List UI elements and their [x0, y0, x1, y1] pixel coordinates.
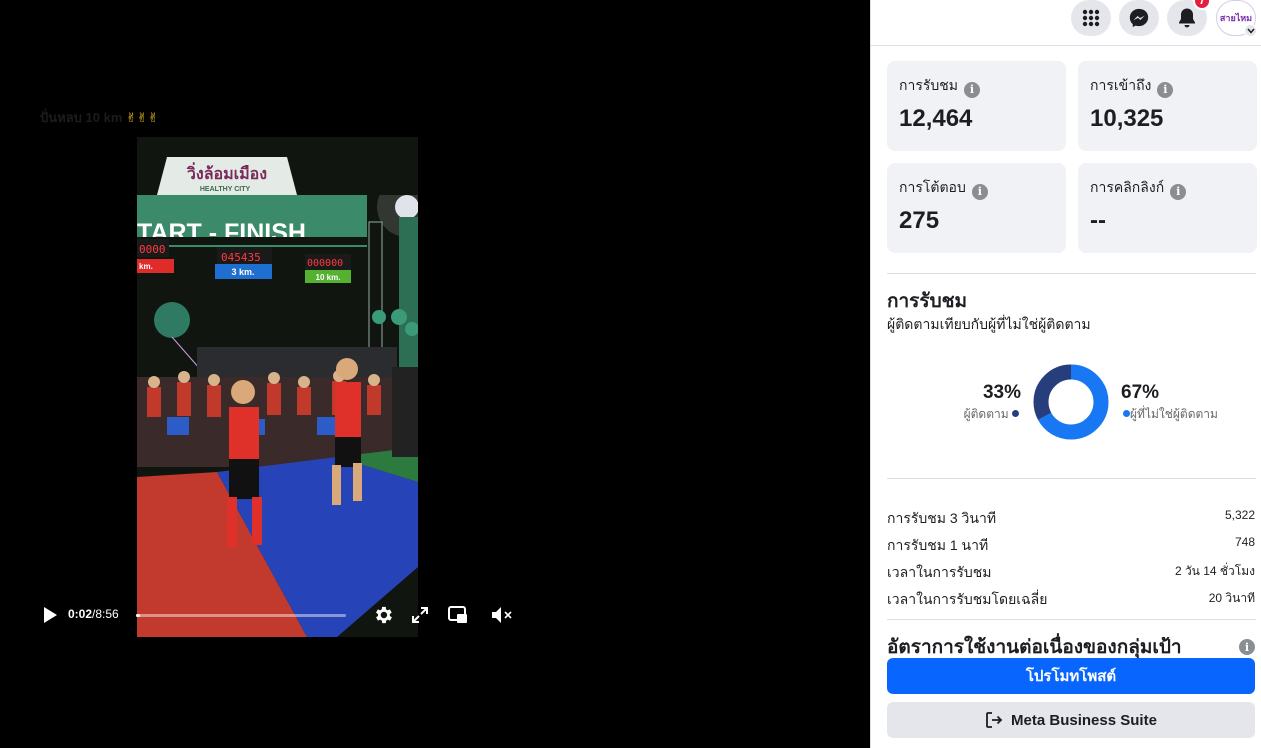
volume-muted-icon[interactable] [490, 604, 514, 626]
metric-label-text: การเข้าถึง [1090, 77, 1152, 93]
video-area: ปั่นหลบ 10 km ✌✌✌ วิ่งล้อมเมือง HEALTHY … [0, 0, 870, 748]
info-icon[interactable]: i [1239, 639, 1255, 655]
video-frame-illustration: วิ่งล้อมเมือง HEALTHY CITY TART - FINISH… [137, 137, 418, 637]
metric-label-text: การโต้ตอบ [899, 179, 966, 195]
time-current: 0:02 [68, 607, 93, 621]
metric-card-link-clicks: การคลิกลิงก์ i -- [1078, 163, 1257, 253]
views-section-title: การรับชม [887, 291, 968, 312]
metric-card-engagement: การโต้ตอบ i 275 [887, 163, 1066, 253]
dist-left: km. [139, 262, 153, 271]
dist-right: 10 km. [316, 273, 341, 282]
screen: ปั่นหลบ 10 km ✌✌✌ วิ่งล้อมเมือง HEALTHY … [0, 0, 1261, 748]
info-icon[interactable]: i [964, 81, 980, 98]
stat-value: 20 วินาที [1208, 591, 1255, 605]
info-icon[interactable]: i [971, 183, 988, 200]
followers-dot [1012, 410, 1019, 417]
video-player[interactable]: วิ่งล้อมเมือง HEALTHY CITY TART - FINISH… [137, 137, 418, 637]
chevron-down-icon[interactable] [1244, 24, 1257, 37]
avatar-text: สายไหม [1219, 13, 1253, 23]
stat-label: เวลาในการรับชมโดยเฉลี่ย [887, 591, 1048, 607]
metric-label-text: การคลิกลิงก์ [1090, 179, 1165, 195]
top-bar: 7 สายไหม [871, 0, 1261, 46]
caption-text: ปั่นหลบ 10 km [40, 110, 123, 125]
clock-mid: 045435 [221, 251, 261, 264]
info-icon[interactable]: i [1170, 183, 1187, 200]
stat-label: การรับชม 1 นาที [887, 537, 989, 553]
metric-label: การคลิกลิงก์ i [1090, 177, 1187, 200]
dist-mid: 3 km. [231, 267, 254, 277]
messenger-icon [1129, 8, 1149, 28]
fullscreen-icon[interactable] [410, 605, 430, 625]
stat-label: เวลาในการรับชม [887, 564, 992, 580]
divider [887, 478, 1256, 479]
arch-brand: วิ่งล้อมเมือง [186, 162, 267, 183]
insights-panel: 7 สายไหม การรับชม i 12,464 การเข้าถึง i 10… [870, 0, 1261, 748]
clock-right: 000000 [307, 258, 343, 269]
followers-label: ผู้ติดตาม [911, 405, 1019, 424]
video-controls: 0:02 / 8:56 [30, 598, 520, 632]
info-icon[interactable]: i [1157, 81, 1174, 98]
bell-icon [1179, 8, 1195, 28]
stat-row: เวลาในการรับชม 2 วัน 14 ชั่วโมง [887, 562, 1255, 582]
picture-in-picture-icon[interactable] [448, 605, 468, 625]
scrub-progress [136, 614, 141, 617]
metric-card-views: การรับชม i 12,464 [887, 61, 1066, 151]
gear-icon[interactable] [372, 604, 394, 626]
time-total: 8:56 [95, 607, 119, 621]
metric-card-reach: การเข้าถึง i 10,325 [1078, 61, 1257, 151]
views-section-subtitle: ผู้ติดตามเทียบกับผู้ที่ไม่ใช่ผู้ติดตาม [887, 316, 1091, 332]
messenger-button[interactable] [1119, 0, 1159, 36]
metric-value: -- [1090, 207, 1106, 234]
metric-label: การรับชม i [899, 75, 980, 98]
exit-icon [986, 712, 1003, 728]
metric-label: การเข้าถึง i [1090, 75, 1174, 98]
stat-row: เวลาในการรับชมโดยเฉลี่ย 20 วินาที [887, 589, 1255, 609]
menu-grid-button[interactable] [1071, 0, 1111, 36]
metric-label-text: การรับชม [899, 77, 958, 93]
stat-label: การรับชม 3 วินาที [887, 510, 997, 526]
caption-emoji: ✌✌✌ [126, 110, 159, 125]
video-caption: ปั่นหลบ 10 km ✌✌✌ [40, 107, 159, 128]
meta-business-suite-button[interactable]: Meta Business Suite [887, 702, 1255, 738]
divider [887, 619, 1256, 620]
followers-label-text: ผู้ติดตาม [963, 407, 1009, 421]
followers-percent: 33% [982, 382, 1021, 403]
metric-label: การโต้ตอบ i [899, 177, 988, 200]
video-time: 0:02 / 8:56 [68, 607, 119, 621]
stat-value: 748 [1234, 535, 1255, 549]
non-followers-label-text: ผู้ที่ไม่ใช่ผู้ติดตาม [1130, 407, 1218, 421]
play-icon[interactable] [40, 605, 60, 625]
stat-value: 2 วัน 14 ชั่วโมง [1174, 564, 1255, 578]
stat-row: การรับชม 1 นาที 748 [887, 535, 1255, 555]
stat-value: 5,322 [1224, 508, 1255, 522]
metric-value: 10,325 [1090, 105, 1164, 132]
grid-icon [1082, 9, 1100, 27]
non-followers-percent: 67% [1121, 382, 1160, 403]
arch-subtitle: HEALTHY CITY [200, 186, 251, 193]
followers-donut-chart [1033, 364, 1109, 440]
scrub-bar[interactable] [136, 614, 346, 617]
metric-value: 275 [899, 207, 940, 234]
metric-value: 12,464 [899, 105, 973, 132]
non-followers-label: ผู้ที่ไม่ใช่ผู้ติดตาม [1123, 405, 1218, 424]
clock-left: 0000 [139, 243, 166, 256]
divider [887, 273, 1256, 274]
non-followers-dot [1123, 410, 1130, 417]
promote-post-button[interactable]: โปรโมทโพสต์ [887, 658, 1255, 694]
stat-row: การรับชม 3 วินาที 5,322 [887, 508, 1255, 528]
meta-business-suite-label: Meta Business Suite [1011, 711, 1157, 729]
